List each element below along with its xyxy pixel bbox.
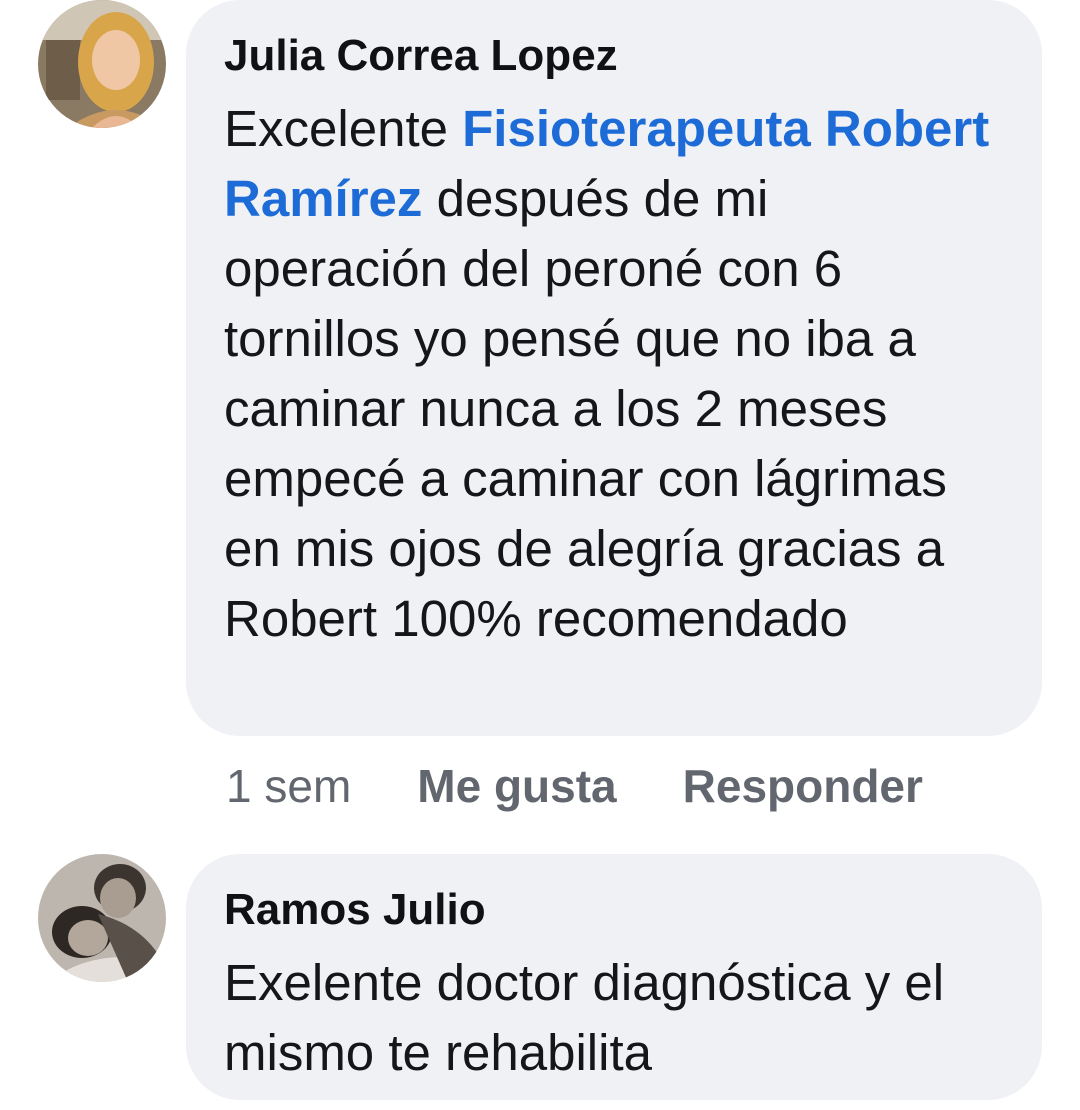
avatar-ramos-julio[interactable] [38,854,166,982]
profile-photo-icon [38,0,166,128]
comment-text: Excelente Fisioterapeuta Robert Ramírez … [224,94,1004,654]
comment-bubble: Julia Correa Lopez Excelente Fisioterape… [186,0,1042,736]
comment-timestamp[interactable]: 1 sem [226,759,351,813]
comment-bubble: Ramos Julio Exelente doctor diagnóstica … [186,854,1042,1100]
like-button[interactable]: Me gusta [417,759,616,813]
comment-text: Exelente doctor diagnóstica y el mismo t… [224,954,945,1081]
comment-text-rest: después de mi operación del peroné con 6… [224,170,947,647]
profile-photo-icon [38,854,166,982]
avatar-julia-correa-lopez[interactable] [38,0,166,128]
reply-button[interactable]: Responder [683,759,923,813]
comment-author[interactable]: Ramos Julio [224,884,1004,936]
comment-actions: 1 sem Me gusta Responder [226,756,989,816]
comment-text-start: Excelente [224,100,463,157]
comment-author[interactable]: Julia Correa Lopez [224,30,1004,82]
